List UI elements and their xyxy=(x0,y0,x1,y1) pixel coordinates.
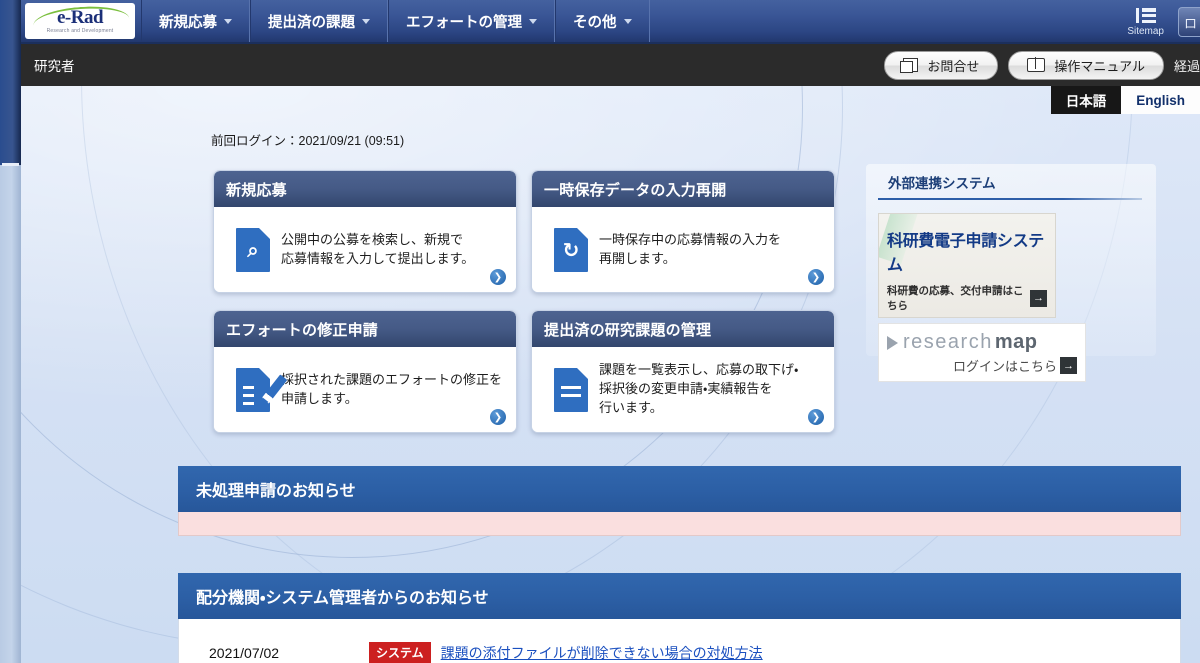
arrow-right-icon: → xyxy=(1030,289,1047,307)
search-glyph: ⌕ xyxy=(247,239,259,262)
sitemap-label: Sitemap xyxy=(1127,26,1164,37)
app-root: e-Rad Research and Development 新規応募 提出済の… xyxy=(0,0,1200,663)
card-description: 採択された課題のエフォートの修正を 申請します。 xyxy=(281,371,503,406)
document-resume-icon: ↻ xyxy=(554,227,588,272)
card-description: 課題を一覧表示し、応募の取下げ・ 採択後の変更申請・実績報告を 行います。 xyxy=(599,362,799,415)
card-arrow-icon: ❯ xyxy=(490,409,506,425)
notice-row: 2021/07/02 システム 課題の添付ファイルが削除できない場合の対処方法 xyxy=(179,619,1180,663)
nav-item-label: 新規応募 xyxy=(159,14,217,31)
edge-overflow-button[interactable]: ロ xyxy=(1178,7,1200,37)
nav-item-others[interactable]: その他 xyxy=(555,0,650,42)
page-left-edge xyxy=(0,0,21,663)
top-nav-right-group: Sitemap ロ xyxy=(1113,0,1200,42)
user-role-label: 研究者 xyxy=(34,59,75,74)
card-body: ⌕ 公開中の公募を検索し、新規で 応募情報を入力して提出します。 ❯ xyxy=(214,207,516,292)
notice-link[interactable]: 課題の添付ファイルが削除できない場合の対処方法 xyxy=(441,643,763,663)
page-left-edge-top xyxy=(0,0,21,165)
card-description: 一時保存中の応募情報の入力を 再開します。 xyxy=(599,231,782,266)
contact-button[interactable]: お問合せ xyxy=(884,50,999,80)
card-body: 採択された課題のエフォートの修正を 申請します。 ❯ xyxy=(214,347,516,432)
card-title: 提出済の研究課題の管理 xyxy=(532,311,834,347)
researchmap-logo: research map xyxy=(887,331,1077,354)
logo-main-text: e-Rad xyxy=(56,7,104,28)
admin-notice-section: 配分機関・システム管理者からのお知らせ 2021/07/02 システム 課題の添… xyxy=(178,573,1181,663)
nav-item-label: エフォートの管理 xyxy=(406,14,522,31)
nav-item-new-application[interactable]: 新規応募 xyxy=(141,0,250,42)
card-title: 一時保存データの入力再開 xyxy=(532,171,834,207)
document-list-icon xyxy=(554,367,588,412)
language-tabs: 日本語 English xyxy=(1050,86,1200,114)
last-login-text: 前回ログイン：2021/09/21 (09:51) xyxy=(211,134,405,148)
external-link-sub: 科研費の応募、交付申請はこちら → xyxy=(887,283,1047,313)
top-navigation-bar: e-Rad Research and Development 新規応募 提出済の… xyxy=(21,0,1200,44)
sub-bar-right-group: お問合せ 操作マニュアル 経過 xyxy=(884,44,1200,86)
external-systems-title: 外部連携システム xyxy=(888,176,996,191)
document-edit-icon xyxy=(236,367,288,412)
pending-applications-notice: 未処理申請のお知らせ xyxy=(178,466,1181,536)
tab-japanese[interactable]: 日本語 xyxy=(1050,86,1122,114)
play-triangle-icon xyxy=(887,335,898,350)
kakenhi-sub-label: 科研費の応募、交付申請はこちら xyxy=(887,285,1024,312)
erad-logo[interactable]: e-Rad Research and Development xyxy=(25,3,135,39)
card-arrow-icon: ❯ xyxy=(490,269,506,285)
admin-notice-body: 2021/07/02 システム 課題の添付ファイルが削除できない場合の対処方法 xyxy=(178,619,1181,663)
researchmap-logo-bold: map xyxy=(994,331,1038,353)
card-arrow-icon: ❯ xyxy=(808,269,824,285)
contact-icon xyxy=(900,58,919,73)
researchmap-logo-light: research xyxy=(903,331,993,353)
chevron-down-icon xyxy=(224,18,232,24)
book-icon xyxy=(1027,57,1046,72)
pending-notice-body xyxy=(178,512,1181,536)
external-link-kakenhi[interactable]: 科研費電子申請システム 科研費の応募、交付申請はこちら → xyxy=(878,213,1056,318)
researchmap-sub: ログインはこちら → xyxy=(887,356,1077,375)
external-link-researchmap[interactable]: research map ログインはこちら → xyxy=(878,323,1086,382)
document-lines xyxy=(561,385,581,402)
sub-bar: 研究者 お問合せ 操作マニュアル 経過 xyxy=(21,44,1200,86)
card-title: エフォートの修正申請 xyxy=(214,311,516,347)
card-body: 課題を一覧表示し、応募の取下げ・ 採択後の変更申請・実績報告を 行います。 ❯ xyxy=(532,347,834,432)
manual-label: 操作マニュアル xyxy=(1054,58,1145,74)
researchmap-sub-label: ログインはこちら xyxy=(952,359,1057,374)
chevron-down-icon xyxy=(529,18,537,24)
contact-label: お問合せ xyxy=(927,58,980,74)
card-resume-saved-data[interactable]: 一時保存データの入力再開 ↻ 一時保存中の応募情報の入力を 再開します。 ❯ xyxy=(531,170,835,293)
top-nav-items: 新規応募 提出済の課題 エフォートの管理 その他 xyxy=(141,0,650,42)
main-content: 前回ログイン：2021/09/21 (09:51) 新規応募 ⌕ 公開中の公募を… xyxy=(21,86,1200,663)
card-arrow-icon: ❯ xyxy=(808,409,824,425)
nav-item-label: 提出済の課題 xyxy=(268,14,355,31)
card-manage-submitted-projects[interactable]: 提出済の研究課題の管理 課題を一覧表示し、応募の取下げ・ 採択後の変更申請・実績報… xyxy=(531,310,835,433)
card-body: ↻ 一時保存中の応募情報の入力を 再開します。 ❯ xyxy=(532,207,834,292)
external-systems-divider xyxy=(878,198,1142,200)
sitemap-icon xyxy=(1135,7,1156,24)
admin-notice-title: 配分機関・システム管理者からのお知らせ xyxy=(178,573,1181,619)
card-description: 公開中の公募を検索し、新規で 応募情報を入力して提出します。 xyxy=(281,231,475,266)
resume-glyph: ↻ xyxy=(562,239,580,262)
tab-english[interactable]: English xyxy=(1121,86,1200,114)
action-cards-grid: 新規応募 ⌕ 公開中の公募を検索し、新規で 応募情報を入力して提出します。 ❯ 一… xyxy=(213,170,835,433)
nav-item-effort-management[interactable]: エフォートの管理 xyxy=(388,0,555,42)
card-new-application[interactable]: 新規応募 ⌕ 公開中の公募を検索し、新規で 応募情報を入力して提出します。 ❯ xyxy=(213,170,517,293)
manual-button[interactable]: 操作マニュアル xyxy=(1008,50,1164,80)
nav-item-submitted-projects[interactable]: 提出済の課題 xyxy=(250,0,388,42)
card-effort-correction[interactable]: エフォートの修正申請 採択された課題のエフォートの修正を 申請します。 ❯ xyxy=(213,310,517,433)
chevron-down-icon xyxy=(362,18,370,24)
notice-date: 2021/07/02 xyxy=(209,645,280,661)
pending-notice-title: 未処理申請のお知らせ xyxy=(178,466,1181,512)
card-title: 新規応募 xyxy=(214,171,516,207)
kakenhi-logo-text: 科研費電子申請システム xyxy=(887,233,1045,274)
page-left-edge-divider xyxy=(2,163,19,166)
arrow-right-icon: → xyxy=(1060,357,1077,374)
status-badge: システム xyxy=(369,642,431,663)
document-lines xyxy=(243,385,254,410)
overflow-text[interactable]: 経過 xyxy=(1174,56,1200,75)
nav-item-label: その他 xyxy=(573,14,617,31)
sitemap-button[interactable]: Sitemap xyxy=(1113,5,1178,37)
chevron-down-icon xyxy=(623,18,632,24)
logo-tagline: Research and Development xyxy=(46,28,114,34)
external-systems-panel: 外部連携システム 科研費電子申請システム 科研費の応募、交付申請はこちら → r… xyxy=(866,164,1156,382)
document-search-icon: ⌕ xyxy=(236,227,270,272)
